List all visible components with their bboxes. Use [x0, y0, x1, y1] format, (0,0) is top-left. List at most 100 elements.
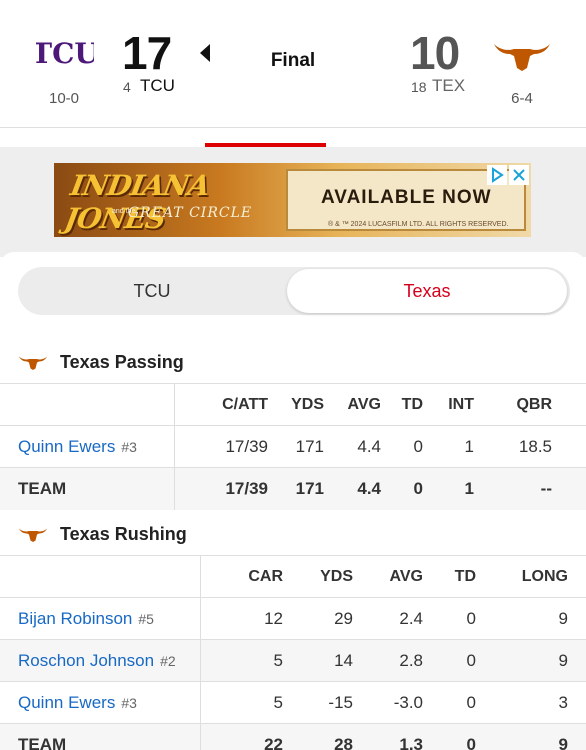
ad-title: INDIANA JONES [62, 169, 212, 235]
ad-legal: ® & ™ 2024 LUCASFILM LTD. ALL RIGHTS RES… [328, 221, 509, 228]
player-link[interactable]: Quinn Ewers [18, 693, 115, 712]
stat-cell: 171 [268, 467, 324, 510]
column-header: LONG [476, 555, 586, 598]
longhorn-icon [19, 356, 47, 370]
column-header: TD [423, 555, 476, 598]
table-row: Bijan Robinson #5 12 29 2.4 0 9 [0, 597, 586, 640]
tcu-logo-text: TCU [36, 38, 94, 68]
table-header-row: C/ATT YDS AVG TD INT QBR [0, 383, 586, 426]
column-header: QBR [474, 383, 586, 426]
player-cell: Quinn Ewers #3 [0, 681, 201, 724]
player-cell: Roschon Johnson #2 [0, 639, 201, 682]
stat-cell: 0 [423, 723, 476, 750]
close-icon[interactable] [509, 165, 529, 185]
stat-cell: 5 [200, 681, 283, 724]
longhorn-icon [19, 528, 47, 542]
home-team-score: 10 [410, 27, 460, 79]
column-header: TD [381, 383, 423, 426]
stat-cell: 2.4 [353, 597, 423, 640]
longhorn-icon[interactable] [492, 38, 552, 72]
stat-cell: 4.4 [324, 425, 381, 468]
ad-cta: AVAILABLE NOW [321, 187, 492, 208]
stat-cell: 1 [423, 467, 474, 510]
stat-cell: 9 [476, 723, 586, 750]
team-label: TEAM [0, 723, 201, 750]
away-team-record: 10-0 [48, 90, 80, 107]
stat-cell: 18.5 [474, 425, 586, 468]
player-link[interactable]: Bijan Robinson [18, 609, 132, 628]
rushing-section-title: Texas Rushing [18, 523, 187, 545]
player-cell: Quinn Ewers #3 [0, 425, 175, 468]
advertisement-banner[interactable]: INDIANA JONES and the GREAT CIRCLE AVAIL… [54, 163, 531, 237]
tcu-logo[interactable]: TCU [36, 38, 94, 68]
jersey-number: #5 [138, 610, 154, 627]
passing-section-title: Texas Passing [18, 351, 184, 373]
player-link[interactable]: Roschon Johnson [18, 651, 154, 670]
stat-cell: 14 [283, 639, 353, 682]
stat-cell: 0 [423, 681, 476, 724]
stat-cell: 0 [423, 597, 476, 640]
passing-table: C/ATT YDS AVG TD INT QBR Quinn Ewers #3 1… [0, 383, 586, 510]
adchoices-icon[interactable] [487, 165, 507, 185]
stat-cell: 5 [200, 639, 283, 682]
column-header: AVG [353, 555, 423, 598]
stat-cell: 17/39 [174, 425, 268, 468]
stat-cell: 0 [381, 467, 423, 510]
stat-cell: 28 [283, 723, 353, 750]
stat-cell: 171 [268, 425, 324, 468]
column-header: INT [423, 383, 474, 426]
stat-cell: 2.8 [353, 639, 423, 682]
stat-cell: 22 [200, 723, 283, 750]
passing-title-text: Texas Passing [60, 351, 184, 372]
table-header-row: CAR YDS AVG TD LONG [0, 555, 586, 598]
stat-cell: 0 [381, 425, 423, 468]
stat-cell: 17/39 [174, 467, 268, 510]
header-blank [0, 555, 201, 598]
home-team-record: 6-4 [511, 90, 533, 107]
stat-cell: -- [474, 467, 586, 510]
jersey-number: #2 [160, 652, 176, 669]
player-link[interactable]: Quinn Ewers [18, 437, 115, 456]
stat-cell: 4.4 [324, 467, 381, 510]
team-total-row: TEAM 17/39 171 4.4 0 1 -- [0, 467, 586, 510]
jersey-number: #3 [121, 694, 137, 711]
table-row: Quinn Ewers #3 5 -15 -3.0 0 3 [0, 681, 586, 724]
stat-cell: 9 [476, 597, 586, 640]
column-header: YDS [268, 383, 324, 426]
stat-cell: 1.3 [353, 723, 423, 750]
game-status: Final [270, 50, 316, 71]
away-team-rank: 4 [123, 79, 131, 95]
stat-cell: 9 [476, 639, 586, 682]
stat-cell: 29 [283, 597, 353, 640]
team-label: TEAM [0, 467, 175, 510]
header-blank [0, 383, 175, 426]
home-team-abbr: TEX [432, 76, 466, 95]
ad-subtitle: GREAT CIRCLE [128, 205, 253, 221]
rushing-table: CAR YDS AVG TD LONG Bijan Robinson #5 12 … [0, 555, 586, 750]
stat-cell: -15 [283, 681, 353, 724]
jersey-number: #3 [121, 438, 137, 455]
left-arrow-icon [200, 44, 210, 62]
team-toggle: TCU Texas [18, 267, 570, 315]
stat-cell: 1 [423, 425, 474, 468]
scoreboard-header: TCU 10-0 17 4 TCU Final 10 18 TEX 6-4 [0, 0, 586, 128]
stat-cell: 3 [476, 681, 586, 724]
table-row: Roschon Johnson #2 5 14 2.8 0 9 [0, 639, 586, 682]
stat-cell: 0 [423, 639, 476, 682]
column-header: C/ATT [174, 383, 268, 426]
stat-cell: 12 [200, 597, 283, 640]
away-team-score: 17 [122, 27, 172, 79]
table-row: Quinn Ewers #3 17/39 171 4.4 0 1 18.5 [0, 425, 586, 468]
column-header: CAR [200, 555, 283, 598]
column-header: YDS [283, 555, 353, 598]
column-header: AVG [324, 383, 381, 426]
stat-cell: -3.0 [353, 681, 423, 724]
away-team-abbr: TCU [140, 76, 175, 95]
rushing-title-text: Texas Rushing [60, 523, 187, 544]
team-total-row: TEAM 22 28 1.3 0 9 [0, 723, 586, 750]
toggle-option-texas[interactable]: Texas [287, 269, 567, 313]
home-team-rank: 18 [411, 79, 427, 95]
toggle-option-tcu[interactable]: TCU [18, 267, 286, 315]
player-cell: Bijan Robinson #5 [0, 597, 201, 640]
ad-artwork: INDIANA JONES and the GREAT CIRCLE [54, 163, 286, 237]
